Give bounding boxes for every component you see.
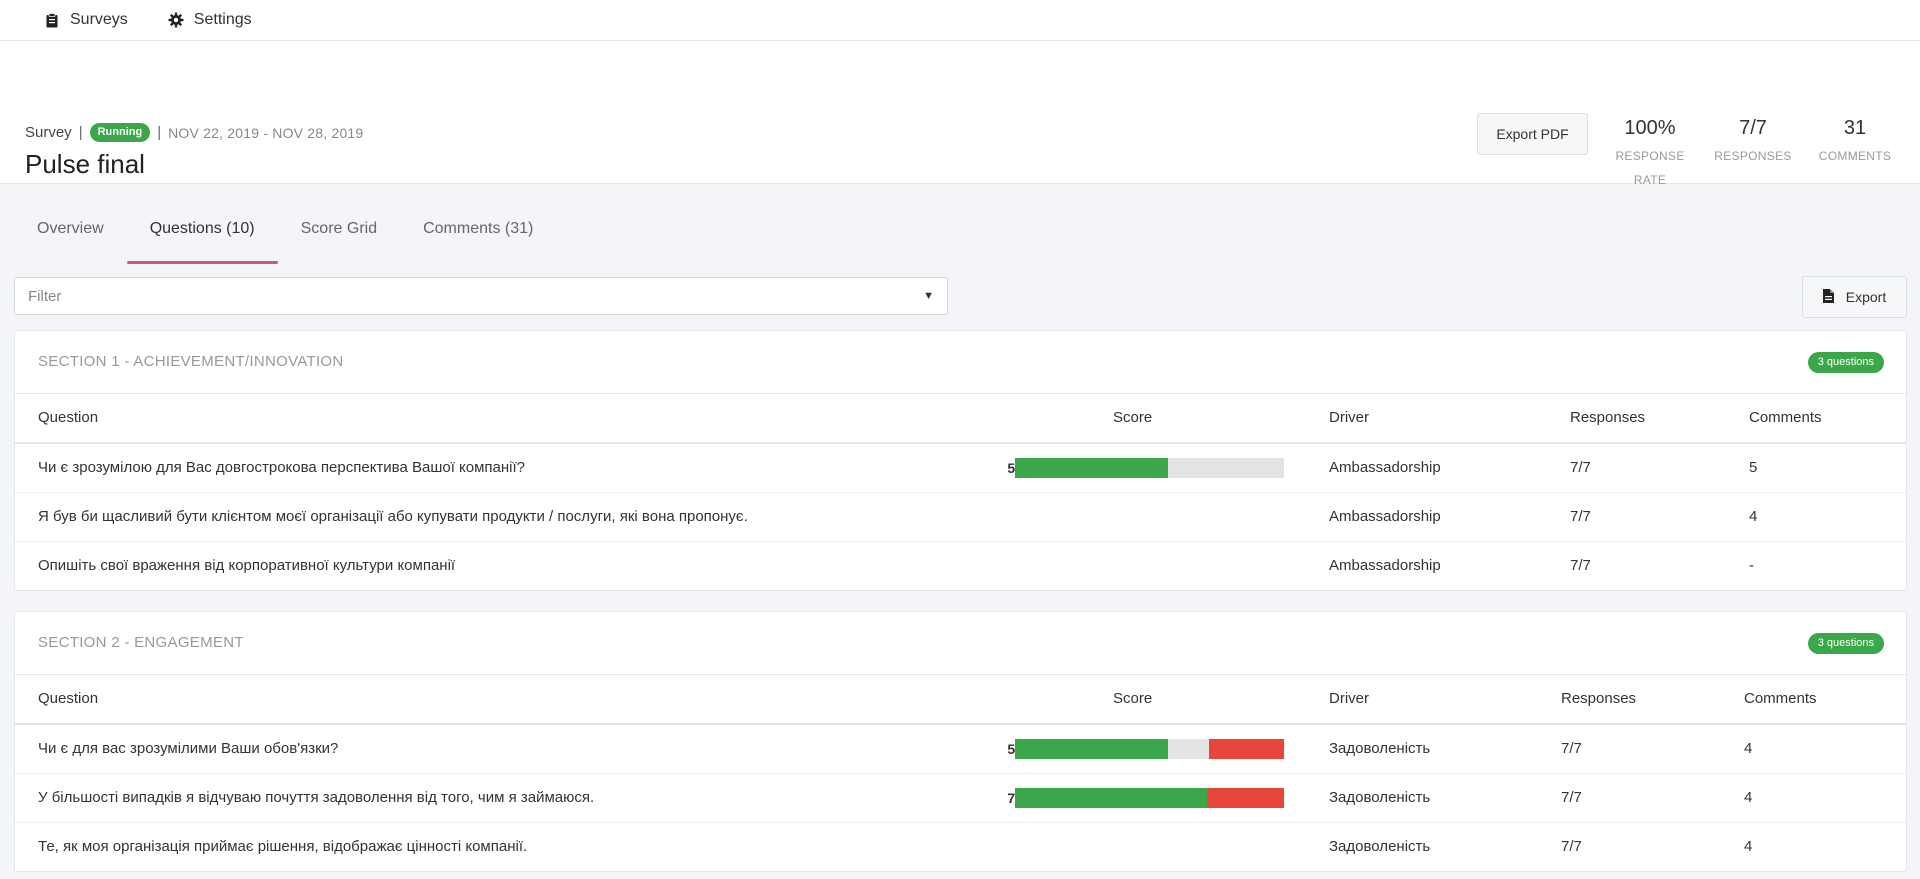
- responses-cell: 7/7: [1570, 557, 1591, 574]
- driver-cell: Задоволеність: [1329, 740, 1431, 757]
- bar-negative-segment: [1207, 788, 1284, 808]
- comments-cell: 4: [1749, 508, 1758, 525]
- stat-comments: 31 COMMENTS: [1813, 117, 1897, 168]
- survey-header: Survey | Running | NOV 22, 2019 - NOV 28…: [0, 41, 1920, 187]
- filter-dropdown[interactable]: Filter ▼: [14, 277, 948, 315]
- question-text: Те, як моя організація приймає рішення, …: [38, 838, 528, 855]
- tab-bar: Overview Questions (10) Score Grid Comme…: [14, 210, 556, 264]
- score-bar: [1015, 739, 1284, 759]
- score-bar: [1015, 458, 1284, 478]
- driver-cell: Ambassadorship: [1329, 557, 1441, 574]
- driver-cell: Задоволеність: [1329, 838, 1431, 855]
- section-title: SECTION 2 - ENGAGEMENT: [38, 634, 244, 651]
- bar-neutral-segment: [1168, 458, 1284, 478]
- responses-cell: 7/7: [1570, 508, 1591, 525]
- col-responses-header: Responses: [1561, 690, 1637, 707]
- col-score-header: Score: [1113, 409, 1153, 426]
- driver-cell: Задоволеність: [1329, 789, 1431, 806]
- table-row[interactable]: Чи є для вас зрозумілими Ваши обов'язки?…: [15, 725, 1906, 774]
- col-driver-header: Driver: [1329, 409, 1369, 426]
- table-row[interactable]: Те, як моя організація приймає рішення, …: [15, 823, 1906, 871]
- nav-settings[interactable]: Settings: [168, 11, 252, 29]
- export-button[interactable]: Export: [1802, 276, 1907, 318]
- col-question-header: Question: [38, 409, 99, 426]
- col-score-header: Score: [1113, 690, 1153, 707]
- stat-responses: 7/7 RESPONSES: [1711, 117, 1795, 168]
- question-text: У більшості випадків я відчуваю почуття …: [38, 789, 595, 806]
- col-question-header: Question: [38, 690, 99, 707]
- stat-label: COMMENTS: [1818, 149, 1892, 163]
- col-comments-header: Comments: [1749, 409, 1822, 426]
- col-responses-header: Responses: [1570, 409, 1646, 426]
- stat-label: RESPONSE RATE: [1615, 149, 1685, 187]
- tab-score-grid[interactable]: Score Grid: [278, 210, 400, 256]
- comments-cell: 4: [1744, 838, 1753, 855]
- nav-settings-label: Settings: [193, 11, 252, 28]
- export-pdf-button[interactable]: Export PDF: [1477, 113, 1588, 155]
- tab-comments[interactable]: Comments (31): [400, 210, 556, 256]
- bar-positive-segment: [1015, 739, 1169, 759]
- bar-positive-segment: [1015, 458, 1169, 478]
- bar-neutral-segment: [1168, 739, 1209, 759]
- page-title: Pulse final: [25, 149, 145, 179]
- stat-response-rate: 100% RESPONSE RATE: [1608, 117, 1692, 192]
- stat-value: 31: [1843, 117, 1867, 139]
- table-header: Question Score Driver Responses Comments: [15, 394, 1906, 444]
- top-nav: Surveys Settings: [0, 0, 1920, 41]
- meta-separator: |: [78, 124, 83, 141]
- tab-questions[interactable]: Questions (10): [126, 210, 278, 264]
- table-row[interactable]: Чи є зрозумілою для Вас довгострокова пе…: [15, 444, 1906, 493]
- section-header: SECTION 1 - ACHIEVEMENT/INNOVATION 3 que…: [15, 331, 1906, 394]
- section-title: SECTION 1 - ACHIEVEMENT/INNOVATION: [38, 353, 344, 370]
- comments-cell: 4: [1744, 740, 1753, 757]
- section-header: SECTION 2 - ENGAGEMENT 3 questions: [15, 612, 1906, 675]
- date-range: NOV 22, 2019 - NOV 28, 2019: [168, 124, 364, 141]
- bar-positive-segment: [1015, 788, 1208, 808]
- tab-overview[interactable]: Overview: [14, 210, 127, 256]
- question-count-badge: 3 questions: [1807, 633, 1884, 654]
- table-header: Question Score Driver Responses Comments: [15, 675, 1906, 725]
- survey-meta: Survey | Running | NOV 22, 2019 - NOV 28…: [25, 123, 363, 142]
- question-text: Чи є для вас зрозумілими Ваши обов'язки?: [38, 740, 339, 757]
- filter-placeholder: Filter: [28, 287, 62, 305]
- responses-cell: 7/7: [1561, 740, 1582, 757]
- responses-cell: 7/7: [1561, 838, 1582, 855]
- comments-cell: -: [1749, 557, 1754, 574]
- section-card: SECTION 2 - ENGAGEMENT 3 questions Quest…: [14, 611, 1907, 872]
- col-comments-header: Comments: [1744, 690, 1817, 707]
- gear-icon: [168, 12, 184, 28]
- clipboard-icon: [44, 12, 60, 28]
- responses-cell: 7/7: [1570, 459, 1591, 476]
- section-card: SECTION 1 - ACHIEVEMENT/INNOVATION 3 que…: [14, 330, 1907, 591]
- status-badge: Running: [89, 123, 151, 142]
- nav-surveys[interactable]: Surveys: [44, 11, 128, 29]
- table-row[interactable]: У більшості випадків я відчуваю почуття …: [15, 774, 1906, 823]
- stat-value: 100%: [1624, 117, 1676, 139]
- export-label: Export: [1845, 289, 1887, 305]
- question-text: Я був би щасливий бути клієнтом моєї орг…: [38, 508, 748, 525]
- score-bar: [1015, 788, 1284, 808]
- col-driver-header: Driver: [1329, 690, 1369, 707]
- question-text: Чи є зрозумілою для Вас довгострокова пе…: [38, 459, 526, 476]
- meta-separator: |: [157, 124, 162, 141]
- caret-down-icon: ▼: [923, 290, 934, 302]
- driver-cell: Ambassadorship: [1329, 508, 1441, 525]
- comments-cell: 4: [1744, 789, 1753, 806]
- driver-cell: Ambassadorship: [1329, 459, 1441, 476]
- question-count-badge: 3 questions: [1807, 352, 1884, 373]
- stat-value: 7/7: [1739, 117, 1767, 139]
- bar-negative-segment: [1208, 739, 1284, 759]
- responses-cell: 7/7: [1561, 789, 1582, 806]
- nav-surveys-label: Surveys: [70, 11, 128, 28]
- table-row[interactable]: Я був би щасливий бути клієнтом моєї орг…: [15, 493, 1906, 542]
- table-row[interactable]: Опишіть свої враження від корпоративної …: [15, 542, 1906, 590]
- stat-label: RESPONSES: [1714, 149, 1792, 163]
- document-icon: [1822, 288, 1834, 306]
- comments-cell: 5: [1749, 459, 1758, 476]
- question-text: Опишіть свої враження від корпоративної …: [38, 557, 456, 574]
- survey-type-label: Survey: [25, 124, 72, 141]
